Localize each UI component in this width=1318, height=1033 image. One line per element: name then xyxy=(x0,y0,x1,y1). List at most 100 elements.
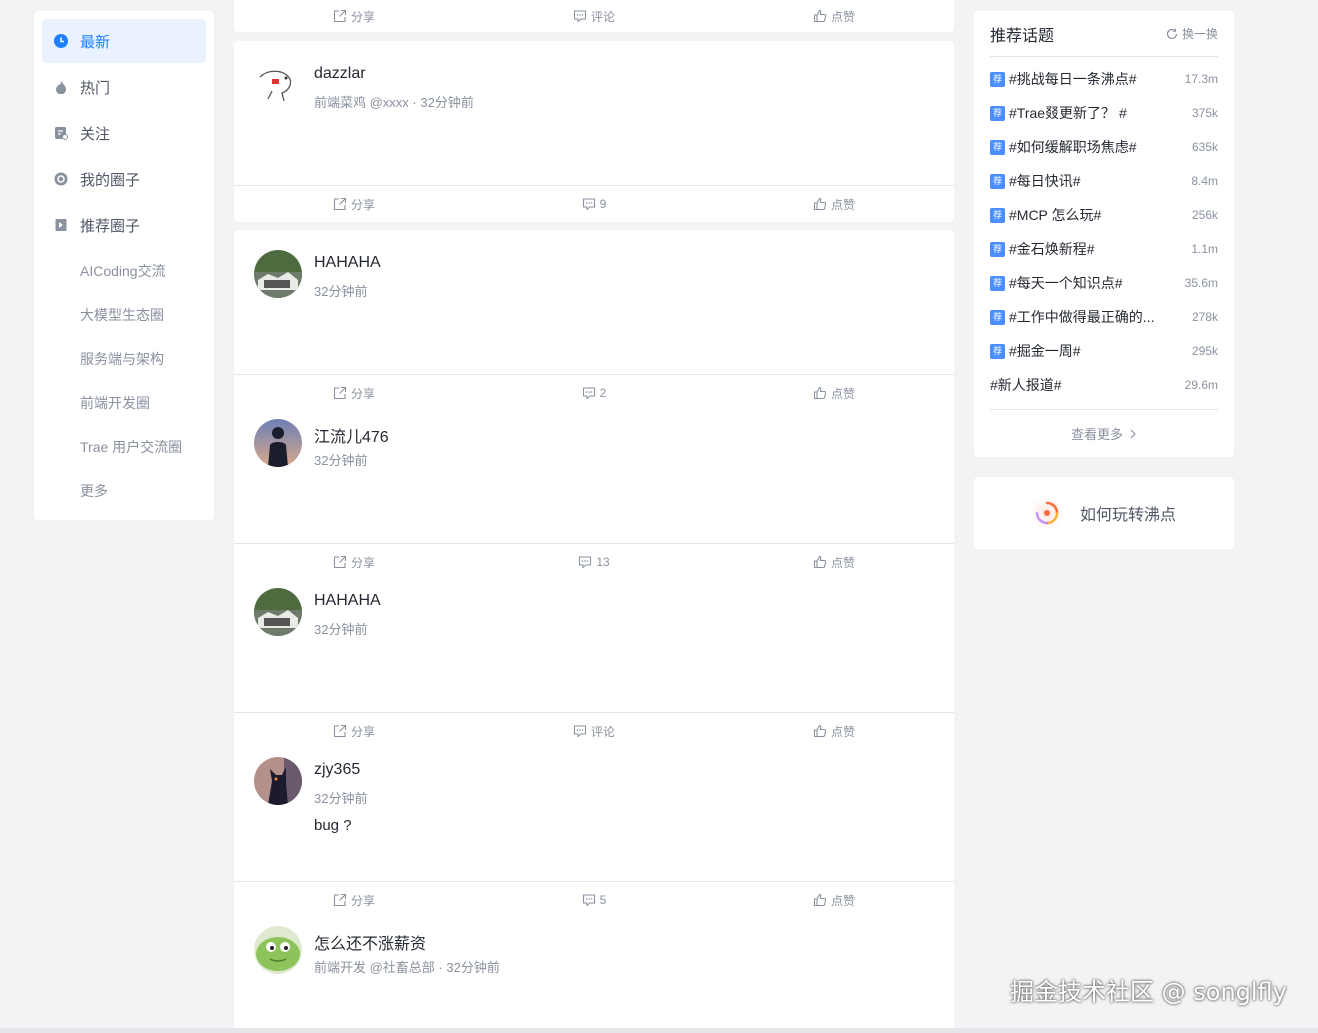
author-name[interactable]: 怎么还不涨薪资 xyxy=(314,930,426,954)
nav-item-hot[interactable]: 热门 xyxy=(42,65,206,109)
comment-icon xyxy=(573,725,587,738)
comment-button[interactable]: 评论 xyxy=(474,0,714,32)
like-button[interactable]: 点赞 xyxy=(714,0,954,32)
view-more-button[interactable]: 查看更多 xyxy=(990,409,1218,457)
recommend-tag: 荐 xyxy=(990,139,1005,155)
nav-item-latest[interactable]: 最新 xyxy=(42,19,206,63)
like-button[interactable]: 点赞 xyxy=(714,186,954,222)
topic-item[interactable]: 荐 #挑战每日一条沸点# 17.3m xyxy=(990,62,1218,96)
topic-count: 1.1m xyxy=(1191,242,1218,256)
share-button[interactable]: 分享 xyxy=(234,186,474,222)
topic-count: 278k xyxy=(1191,310,1218,324)
topic-item[interactable]: 荐 #每日快讯# 8.4m xyxy=(990,164,1218,198)
circle-item-backend[interactable]: 服务端与架构 xyxy=(42,337,206,381)
avatar[interactable] xyxy=(254,250,302,298)
refresh-button[interactable]: 换一换 xyxy=(1166,25,1218,42)
author-name[interactable]: HAHAHA xyxy=(314,254,381,272)
nav-item-follow[interactable]: 关注 xyxy=(42,111,206,155)
circle-icon xyxy=(54,172,68,186)
topic-item[interactable]: 荐 #每天一个知识点# 35.6m xyxy=(990,266,1218,300)
recommend-tag: 荐 xyxy=(990,241,1005,257)
avatar[interactable] xyxy=(254,61,302,109)
share-button[interactable]: 分享 xyxy=(234,0,474,32)
recommend-tag: 荐 xyxy=(990,343,1005,359)
post-meta: 32分钟前 xyxy=(314,453,368,468)
post-card: HAHAHA 32分钟前 分享 2 点赞 xyxy=(234,230,954,411)
topic-item[interactable]: 荐 #工作中做得最正确的... 278k xyxy=(990,300,1218,334)
topic-count: 8.4m xyxy=(1191,174,1218,188)
nav-label: 我的圈子 xyxy=(80,171,141,189)
topic-name: #掘金一周# xyxy=(1009,343,1081,359)
avatar[interactable] xyxy=(254,926,302,974)
topic-item[interactable]: 荐 #MCP 怎么玩# 256k xyxy=(990,198,1218,232)
avatar[interactable] xyxy=(254,419,302,467)
topic-item[interactable]: #新人报道# 29.6m xyxy=(990,368,1218,402)
topics-title: 推荐话题 xyxy=(990,27,1055,45)
share-icon xyxy=(333,197,347,211)
comment-icon xyxy=(579,556,592,569)
topic-item[interactable]: 荐 #如何缓解职场焦虑# 635k xyxy=(990,130,1218,164)
avatar[interactable] xyxy=(254,588,302,636)
nav-label: 推荐圈子 xyxy=(80,217,141,235)
share-icon xyxy=(333,9,347,23)
circle-item-more[interactable]: 更多 xyxy=(42,469,206,513)
post-card: 怎么还不涨薪资 前端开发 @社畜总部 · 32分钟前 xyxy=(234,906,954,1033)
recommend-tag: 荐 xyxy=(990,173,1005,189)
comment-icon xyxy=(573,10,587,23)
share-icon xyxy=(333,386,347,400)
avatar[interactable] xyxy=(254,757,302,805)
post-meta: 前端菜鸡 @xxxx · 32分钟前 xyxy=(314,95,474,110)
topic-name: #新人报道# xyxy=(990,377,1062,393)
topic-name: #MCP 怎么玩# xyxy=(1009,207,1102,223)
topic-item[interactable]: 荐 #Trae叕更新了？ # 375k xyxy=(990,96,1218,130)
refresh-icon xyxy=(1166,28,1178,39)
circle-item-aicoding[interactable]: AICoding交流 xyxy=(42,249,206,293)
feed: 分享 评论 点赞 dazzlar 前端菜鸡 @xxxx · 32分钟前 分享 9… xyxy=(234,0,954,1033)
author-name[interactable]: zjy365 xyxy=(314,761,360,779)
comment-icon xyxy=(582,387,595,400)
author-name[interactable]: 江流儿476 xyxy=(314,423,389,447)
left-sidebar: 最新 热门 关注 我的圈子 推荐圈子 AICoding交流 大模型生态圈 服务端… xyxy=(34,11,214,520)
topic-name: #每天一个知识点# xyxy=(1009,275,1123,291)
topic-count: 29.6m xyxy=(1184,378,1218,392)
nav-item-recommended-circles[interactable]: 推荐圈子 xyxy=(42,203,206,247)
recommend-tag: 荐 xyxy=(990,71,1005,87)
clock-icon xyxy=(54,34,68,48)
circle-item-llm[interactable]: 大模型生态圈 xyxy=(42,293,206,337)
topic-name: #如何缓解职场焦虑# xyxy=(1009,139,1137,155)
topic-count: 35.6m xyxy=(1184,276,1218,290)
topic-count: 295k xyxy=(1191,344,1218,358)
how-to-use-banner[interactable]: 如何玩转沸点 xyxy=(974,477,1234,549)
nav-label: 热门 xyxy=(80,79,111,97)
watermark: 掘金技术社区 @ songlfly xyxy=(1010,978,1287,1006)
recommend-tag: 荐 xyxy=(990,105,1005,121)
thumbs-up-icon xyxy=(813,197,827,211)
circle-item-frontend[interactable]: 前端开发圈 xyxy=(42,381,206,425)
author-name[interactable]: HAHAHA xyxy=(314,592,381,610)
topic-name: #Trae叕更新了？ # xyxy=(1009,105,1127,121)
topic-name: #每日快讯# xyxy=(1009,173,1081,189)
recommend-tag: 荐 xyxy=(990,309,1005,325)
nav-label: 最新 xyxy=(80,33,111,51)
topic-item[interactable]: 荐 #金石焕新程# 1.1m xyxy=(990,232,1218,266)
comment-icon xyxy=(582,894,595,907)
nav-item-my-circles[interactable]: 我的圈子 xyxy=(42,157,206,201)
pins-logo-icon xyxy=(1030,496,1064,530)
comment-button[interactable]: 9 xyxy=(474,186,714,222)
topic-count: 17.3m xyxy=(1184,72,1218,86)
thumbs-up-icon xyxy=(813,555,827,569)
topics-list: 荐 #挑战每日一条沸点# 17.3m 荐 #Trae叕更新了？ # 375k 荐 #如… xyxy=(990,57,1218,402)
action-bar: 分享 9 点赞 xyxy=(234,185,954,222)
post-card: HAHAHA 32分钟前 分享 评论 点赞 xyxy=(234,568,954,749)
thumbs-up-icon xyxy=(813,893,827,907)
chevron-right-icon xyxy=(1130,429,1136,438)
comment-icon xyxy=(582,198,595,211)
thumbs-up-icon xyxy=(813,9,827,23)
topic-count: 635k xyxy=(1191,140,1218,154)
author-name[interactable]: dazzlar xyxy=(314,65,366,83)
circle-item-trae[interactable]: Trae 用户交流圈 xyxy=(42,425,206,469)
bookmark-icon xyxy=(55,219,67,231)
topic-name: #挑战每日一条沸点# xyxy=(1009,71,1137,87)
topic-item[interactable]: 荐 #掘金一周# 295k xyxy=(990,334,1218,368)
recommended-topics-panel: 推荐话题 换一换 荐 #挑战每日一条沸点# 17.3m 荐 #Trae叕更新了？ #… xyxy=(974,11,1234,457)
